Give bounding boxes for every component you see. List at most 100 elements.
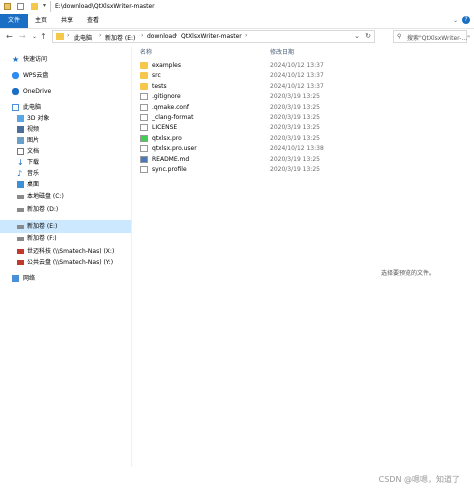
search-box[interactable]: ⚲ 搜索"QtXlsxWriter-..."	[393, 30, 470, 43]
music-icon: ♪	[17, 169, 23, 178]
sidebar-item-drive-y[interactable]: 公共云盘 (\\Smatech-Nas) (Y:)	[0, 257, 131, 268]
file-date: 2024/10/12 13:37	[270, 72, 324, 80]
file-icon	[140, 166, 148, 173]
file-icon	[140, 145, 148, 153]
tab-home[interactable]: 主页	[30, 14, 52, 28]
chevron-down-icon[interactable]: ⌄	[453, 17, 458, 24]
file-date: 2024/10/12 13:38	[270, 145, 324, 153]
file-date: 2020/3/19 13:25	[270, 166, 320, 173]
address-dropdown-icon[interactable]: ⌄	[354, 32, 360, 40]
sidebar-item-downloads[interactable]: ↓ 下载	[0, 157, 131, 168]
file-date: 2020/3/19 13:25	[270, 114, 320, 121]
sidebar-item-desktop[interactable]: 桌面	[0, 179, 131, 190]
breadcrumb-separator: ›	[141, 32, 144, 39]
desktop-icon	[17, 181, 24, 188]
qt-project-icon	[140, 134, 148, 142]
back-arrow-icon[interactable]: ←	[6, 32, 13, 42]
star-icon: ★	[12, 55, 20, 64]
file-name: LICENSE	[152, 124, 178, 132]
sidebar-item-drive-x[interactable]: 世迈科技 (\\Smatech-Nas) (X:)	[0, 246, 131, 257]
search-placeholder: 搜索"QtXlsxWriter-..."	[407, 35, 470, 42]
forward-arrow-icon[interactable]: →	[19, 32, 26, 42]
file-name: .gitignore	[152, 93, 181, 101]
title-bar: ▾ E:\download\QtXlsxWriter-master	[0, 0, 474, 14]
sidebar-item-documents[interactable]: 文档	[0, 146, 131, 157]
drive-icon	[17, 208, 24, 212]
file-icon	[140, 103, 148, 111]
picture-icon	[17, 137, 24, 144]
sidebar-item-videos[interactable]: 视频	[0, 124, 131, 135]
window-title: E:\download\QtXlsxWriter-master	[55, 3, 155, 10]
file-name: tests	[152, 82, 167, 90]
file-row[interactable]: .gitignore 2020/3/19 13:25	[140, 92, 370, 102]
file-name: .qmake.conf	[152, 103, 189, 111]
folder-icon	[56, 33, 64, 40]
breadcrumb-download[interactable]: download	[147, 33, 176, 40]
customize-quick-access-icon[interactable]: ▾	[43, 2, 46, 9]
recent-locations-icon[interactable]: ⌄	[32, 32, 37, 42]
new-folder-icon[interactable]	[31, 3, 38, 10]
sidebar-item-wps-cloud[interactable]: WPS云盘	[0, 70, 131, 81]
drive-icon	[17, 195, 24, 199]
file-row[interactable]: .qmake.conf 2020/3/19 13:25	[140, 103, 370, 113]
help-icon[interactable]: ?	[462, 16, 470, 24]
folder-icon	[140, 62, 148, 69]
file-row[interactable]: src 2024/10/12 13:37	[140, 71, 370, 81]
breadcrumb-separator: ›	[175, 32, 178, 39]
file-name: qtxlsx.pro	[152, 134, 182, 142]
breadcrumb-separator: ›	[67, 32, 70, 39]
file-row[interactable]: sync.profile 2020/3/19 13:25	[140, 165, 370, 175]
file-date: 2020/3/19 13:25	[270, 103, 320, 111]
file-row[interactable]: qtxlsx.pro 2020/3/19 13:25	[140, 134, 370, 144]
properties-icon[interactable]	[17, 3, 24, 10]
cube-icon	[17, 115, 24, 122]
column-header-name[interactable]: 名称	[140, 47, 152, 56]
sidebar-item-music[interactable]: ♪ 音乐	[0, 168, 131, 179]
address-bar[interactable]: › 此电脑 › 新加卷 (E:) › download › QtXlsxWrit…	[52, 30, 375, 43]
file-name: _clang-format	[152, 114, 194, 121]
sidebar-item-drive-e[interactable]: 新加卷 (E:)	[0, 220, 131, 233]
file-row[interactable]: qtxlsx.pro.user 2024/10/12 13:38	[140, 144, 370, 154]
preview-pane-text: 选择要预览的文件。	[381, 270, 436, 277]
pane-divider[interactable]	[131, 47, 132, 467]
breadcrumb-drive-e[interactable]: 新加卷 (E:)	[105, 33, 135, 42]
sidebar-item-quick-access[interactable]: ★ 快速访问	[0, 54, 131, 65]
breadcrumb-current[interactable]: QtXlsxWriter-master	[181, 33, 242, 40]
file-date: 2020/3/19 13:25	[270, 93, 320, 101]
file-name: examples	[152, 62, 181, 69]
sidebar-item-network[interactable]: 网络	[0, 273, 131, 284]
tab-file[interactable]: 文件	[0, 14, 28, 28]
file-row[interactable]: LICENSE 2020/3/19 13:25	[140, 123, 370, 133]
file-row[interactable]: _clang-format 2020/3/19 13:25	[140, 113, 370, 123]
file-date: 2020/3/19 13:25	[270, 134, 320, 142]
breadcrumb-this-pc[interactable]: 此电脑	[74, 33, 92, 42]
tab-share[interactable]: 共享	[57, 14, 77, 28]
file-name: qtxlsx.pro.user	[152, 145, 197, 153]
breadcrumb-separator: ›	[245, 32, 248, 39]
file-row[interactable]: tests 2024/10/12 13:37	[140, 82, 370, 92]
refresh-icon[interactable]: ↻	[365, 32, 371, 40]
sidebar-item-onedrive[interactable]: OneDrive	[0, 86, 131, 97]
markdown-file-icon	[140, 155, 148, 163]
tab-view[interactable]: 查看	[83, 14, 103, 28]
file-row[interactable]: README.md 2020/3/19 13:25	[140, 155, 370, 165]
column-header-modified[interactable]: 修改日期	[270, 47, 294, 56]
sidebar-item-this-pc[interactable]: 此电脑	[0, 102, 131, 113]
file-date: 2020/3/19 13:25	[270, 124, 320, 132]
title-divider	[50, 1, 51, 12]
folder-icon	[140, 72, 148, 80]
sidebar-item-drive-d[interactable]: 新加卷 (D:)	[0, 204, 131, 215]
file-date: 2020/3/19 13:25	[270, 155, 320, 163]
file-name: src	[152, 72, 161, 80]
up-arrow-icon[interactable]: ↑	[40, 32, 47, 42]
sidebar-item-pictures[interactable]: 图片	[0, 135, 131, 146]
drive-icon	[17, 237, 24, 241]
sidebar-item-drive-f[interactable]: 新加卷 (F:)	[0, 233, 131, 244]
sidebar-item-drive-c[interactable]: 本地磁盘 (C:)	[0, 191, 131, 202]
drive-icon	[17, 225, 24, 229]
breadcrumb-separator: ›	[99, 32, 102, 39]
file-row[interactable]: examples 2024/10/12 13:37	[140, 61, 370, 71]
network-icon	[12, 275, 19, 282]
video-icon	[17, 126, 24, 133]
sidebar-item-3d-objects[interactable]: 3D 对象	[0, 113, 131, 124]
